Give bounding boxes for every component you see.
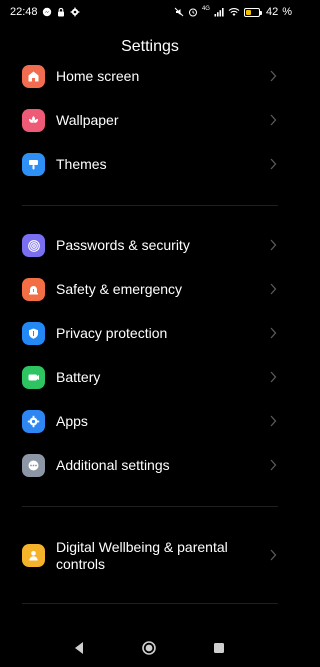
- battery-percent-sign: %: [282, 6, 292, 18]
- settings-item-label: Apps: [56, 413, 88, 429]
- settings-item-label: Privacy protection: [56, 325, 168, 341]
- settings-item-safety-emergency[interactable]: Safety & emergency: [0, 268, 300, 312]
- gear-icon: [22, 410, 45, 433]
- fingerprint-icon: [22, 234, 45, 257]
- settings-item-privacy-protection[interactable]: Privacy protection: [0, 312, 300, 356]
- settings-item-label: Safety & emergency: [56, 281, 183, 297]
- flower-icon: [22, 109, 45, 132]
- settings-item-additional-settings[interactable]: Additional settings: [0, 444, 300, 488]
- chevron-right-icon: [270, 327, 277, 339]
- settings-item-label: Digital Wellbeing & parental controls: [56, 539, 228, 572]
- back-icon[interactable]: [71, 640, 87, 656]
- settings-item-passwords-security[interactable]: Passwords & security: [0, 224, 300, 268]
- settings-item-label: Additional settings: [56, 457, 170, 473]
- signal-icon: [214, 8, 224, 17]
- settings-item-home-screen[interactable]: Home screen: [0, 55, 300, 99]
- settings-item-label: Wallpaper: [56, 112, 119, 128]
- chevron-right-icon: [270, 70, 277, 82]
- more-icon: [22, 454, 45, 477]
- divider: [22, 506, 278, 507]
- battery-icon: [22, 366, 45, 389]
- battery-icon: [243, 7, 262, 17]
- home-nav-icon[interactable]: [141, 640, 157, 656]
- status-right: 4G 42%: [174, 6, 292, 18]
- settings-item-label: Themes: [56, 156, 107, 172]
- network-type: 4G: [201, 6, 210, 12]
- chevron-right-icon: [270, 158, 277, 170]
- chevron-right-icon: [270, 371, 277, 383]
- chevron-right-icon: [270, 415, 277, 427]
- divider: [22, 603, 278, 604]
- divider: [22, 205, 278, 206]
- battery-percent: 42: [265, 6, 279, 18]
- shield-icon: [22, 322, 45, 345]
- settings-icon: [70, 7, 79, 17]
- mute-icon: [174, 7, 184, 17]
- status-left: 22:48: [10, 6, 80, 18]
- home-icon: [22, 65, 45, 88]
- status-bar: 22:48 4G 42%: [0, 0, 300, 26]
- chevron-right-icon: [270, 239, 277, 251]
- battery-fill: [245, 9, 251, 15]
- navigation-bar: [0, 628, 300, 667]
- person-icon: [22, 544, 45, 567]
- settings-item-apps[interactable]: Apps: [0, 400, 300, 444]
- alarm-icon: [188, 8, 197, 17]
- settings-item-label: Battery: [56, 369, 101, 385]
- wifi-icon: [228, 8, 240, 16]
- siren-icon: [22, 278, 45, 301]
- settings-item-themes[interactable]: Themes: [0, 143, 300, 187]
- chevron-right-icon: [270, 459, 277, 471]
- chevron-right-icon: [270, 114, 277, 126]
- chevron-right-icon: [270, 283, 277, 295]
- settings-item-label: Passwords & security: [56, 237, 190, 253]
- settings-item-wallpaper[interactable]: Wallpaper: [0, 99, 300, 143]
- chevron-right-icon: [270, 549, 277, 561]
- page-title: Settings: [121, 38, 179, 55]
- recents-icon[interactable]: [211, 640, 227, 656]
- settings-item-label: Home screen: [56, 68, 140, 84]
- brush-icon: [22, 153, 45, 176]
- settings-item-battery[interactable]: Battery: [0, 356, 300, 400]
- messenger-icon: [42, 7, 51, 17]
- status-time: 22:48: [10, 6, 38, 18]
- settings-item-digital-wellbeing[interactable]: Digital Wellbeing & parental controls: [0, 534, 300, 578]
- lock-icon: [57, 7, 64, 17]
